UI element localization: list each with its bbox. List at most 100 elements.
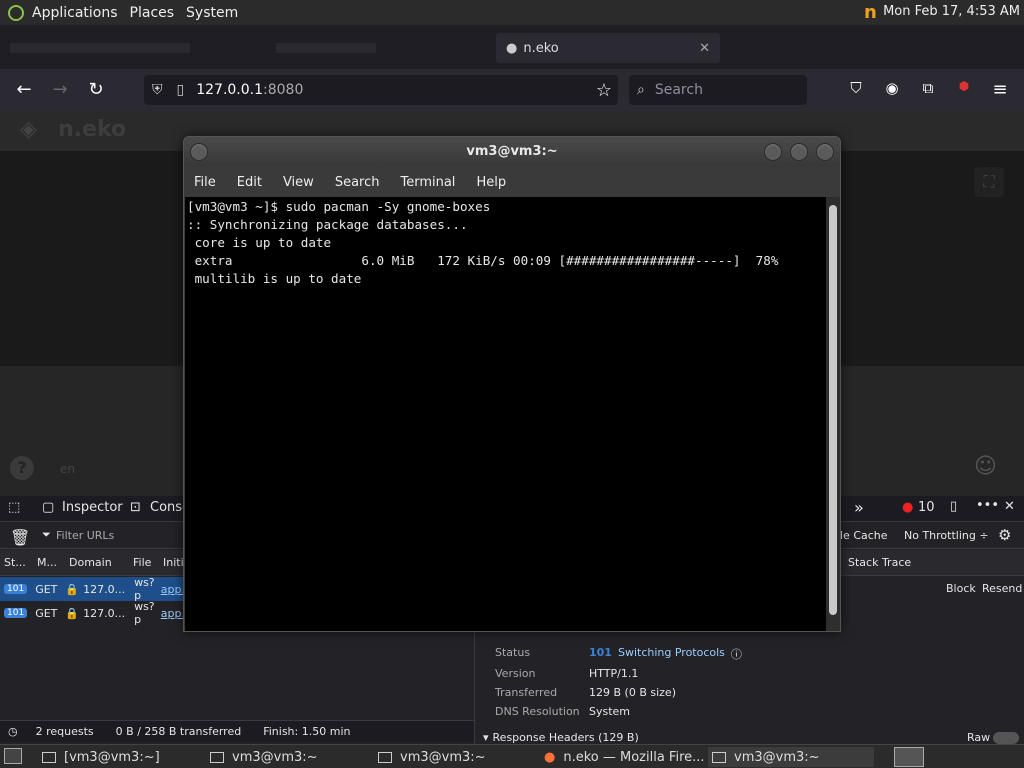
- col-file[interactable]: File: [133, 556, 151, 569]
- devtools-status-bar: ◷ 2 requests 0 B / 258 B transferred Fin…: [0, 720, 474, 742]
- request-domain: 127.0...: [83, 582, 126, 596]
- menu-file[interactable]: File: [194, 175, 216, 190]
- menu-search[interactable]: Search: [335, 175, 380, 190]
- taskbar-label: n.eko — Mozilla Fire...: [563, 749, 705, 765]
- url-host: 127.0.0.1: [196, 82, 264, 98]
- scrollbar-thumb[interactable]: [829, 205, 837, 615]
- dock-icon[interactable]: ▯: [950, 499, 957, 514]
- request-initiator[interactable]: app.: [161, 583, 185, 596]
- help-icon[interactable]: ?: [10, 456, 34, 480]
- show-desktop-icon[interactable]: [4, 748, 22, 764]
- terminal-line: multilib is up to date: [187, 271, 362, 286]
- neko-lang: en: [60, 462, 75, 476]
- settings-gear-icon[interactable]: ⚙: [998, 526, 1011, 544]
- menu-edit[interactable]: Edit: [237, 175, 262, 190]
- error-count[interactable]: 10: [918, 500, 935, 515]
- account-icon[interactable]: ◉: [880, 79, 904, 97]
- col-initiator[interactable]: Initi: [163, 556, 184, 569]
- bookmark-star-icon[interactable]: ☆: [596, 80, 612, 101]
- col-status[interactable]: St...: [4, 556, 26, 569]
- url-bar[interactable]: ⛨ ▯ 127.0.0.1 :8080 ☆: [144, 75, 618, 105]
- maximize-button[interactable]: [790, 143, 808, 161]
- stack-trace-tab[interactable]: Stack Trace: [848, 556, 911, 569]
- pocket-icon[interactable]: ⛉: [844, 79, 868, 97]
- menu-icon[interactable]: ≡: [988, 79, 1012, 100]
- taskbar: [vm3@vm3:~] vm3@vm3:~ vm3@vm3:~ ● n.eko —…: [0, 744, 1024, 768]
- tab-title: n.eko: [523, 40, 559, 56]
- status-label: Status: [495, 646, 531, 659]
- status-badge: 101: [4, 584, 28, 594]
- close-button[interactable]: [816, 143, 834, 161]
- more-tabs-icon[interactable]: »: [854, 498, 864, 517]
- col-method[interactable]: M...: [37, 556, 57, 569]
- terminal-icon: [42, 751, 56, 763]
- menu-terminal[interactable]: Terminal: [400, 175, 455, 190]
- filter-urls-input[interactable]: Filter URLs: [56, 529, 114, 542]
- forward-icon[interactable]: →: [48, 79, 72, 100]
- clock[interactable]: Mon Feb 17, 4:53 AM: [883, 4, 1020, 19]
- pick-element-icon[interactable]: ⬚: [8, 500, 20, 515]
- applications-menu[interactable]: Applications: [32, 5, 118, 21]
- taskbar-item[interactable]: ● n.eko — Mozilla Fire...: [540, 747, 706, 767]
- tab-inactive[interactable]: [10, 33, 190, 63]
- shield-icon[interactable]: ⛨: [152, 82, 163, 98]
- throttling-select[interactable]: No Throttling ÷: [904, 529, 989, 542]
- taskbar-item[interactable]: vm3@vm3:~: [374, 747, 534, 767]
- table-row[interactable]: 101 GET 🔒 127.0... ws?p app.: [0, 600, 185, 626]
- response-headers-toggle[interactable]: Response Headers (129 B): [493, 731, 639, 744]
- tray-app-icon[interactable]: n: [864, 2, 877, 23]
- request-actions: Block Resend: [840, 577, 1024, 601]
- chevron-down-icon[interactable]: ▾: [483, 731, 489, 744]
- system-menu[interactable]: System: [186, 5, 238, 21]
- emoji-icon[interactable]: ☺: [974, 454, 997, 479]
- trash-icon[interactable]: 🗑: [10, 528, 30, 547]
- menu-view[interactable]: View: [283, 175, 314, 190]
- status-badge: 101: [4, 608, 28, 618]
- taskbar-item[interactable]: vm3@vm3:~: [206, 747, 366, 767]
- lock-icon: 🔒: [65, 606, 80, 620]
- console-icon: ⊡: [130, 500, 141, 515]
- search-input[interactable]: ⌕ Search: [629, 75, 807, 105]
- version-value: HTTP/1.1: [589, 667, 639, 680]
- terminal-window[interactable]: vm3@vm3:~ File Edit View Search Terminal…: [183, 136, 841, 632]
- tab-active[interactable]: ● n.eko ✕: [496, 33, 720, 63]
- request-initiator[interactable]: app.: [161, 607, 185, 620]
- request-file: ws?p: [134, 600, 155, 626]
- terminal-screen[interactable]: [vm3@vm3 ~]$ sudo pacman -Sy gnome-boxes…: [185, 197, 826, 631]
- workspace-switcher[interactable]: [894, 747, 924, 767]
- terminal-scrollbar[interactable]: [826, 197, 840, 631]
- raw-toggle[interactable]: [993, 732, 1019, 744]
- close-tab-icon[interactable]: ✕: [699, 41, 710, 56]
- back-icon[interactable]: ←: [12, 79, 36, 100]
- terminal-titlebar[interactable]: vm3@vm3:~: [184, 137, 840, 167]
- request-method: GET: [35, 582, 58, 596]
- extensions-icon[interactable]: ⧉: [916, 79, 940, 97]
- distro-logo-icon[interactable]: [8, 4, 24, 21]
- neko-favicon-icon: ●: [506, 40, 518, 56]
- taskbar-item[interactable]: vm3@vm3:~: [708, 747, 874, 767]
- minimize-button[interactable]: [764, 143, 782, 161]
- ublock-icon[interactable]: ⬢: [952, 79, 976, 93]
- top-panel: Applications Places System n Mon Feb 17,…: [0, 0, 1024, 25]
- menu-help[interactable]: Help: [476, 175, 506, 190]
- close-devtools-icon[interactable]: ✕: [1004, 499, 1015, 514]
- taskbar-item[interactable]: [vm3@vm3:~]: [38, 747, 198, 767]
- request-file: ws?p: [134, 576, 155, 602]
- more-options-icon[interactable]: •••: [976, 498, 999, 513]
- timer-icon[interactable]: ◷: [8, 725, 18, 738]
- terminal-line: [vm3@vm3 ~]$ sudo pacman -Sy gnome-boxes: [187, 199, 491, 214]
- reload-icon[interactable]: ↻: [84, 79, 108, 100]
- places-menu[interactable]: Places: [130, 5, 175, 21]
- table-row[interactable]: 101 GET 🔒 127.0... ws?p app.: [0, 576, 185, 602]
- status-text: Switching Protocols: [617, 646, 725, 659]
- resend-button[interactable]: Resend: [982, 582, 1022, 595]
- search-placeholder: Search: [654, 82, 703, 98]
- disable-cache-checkbox[interactable]: le Cache: [840, 529, 888, 542]
- tab-inactive[interactable]: [276, 33, 376, 63]
- help-circle-icon[interactable]: ⓘ: [731, 646, 742, 662]
- block-button[interactable]: Block: [946, 582, 976, 595]
- window-menu-button[interactable]: [190, 143, 208, 161]
- col-domain[interactable]: Domain: [69, 556, 112, 569]
- tab-inspector[interactable]: Inspector: [62, 500, 123, 515]
- fullscreen-icon[interactable]: ⛶: [974, 167, 1004, 197]
